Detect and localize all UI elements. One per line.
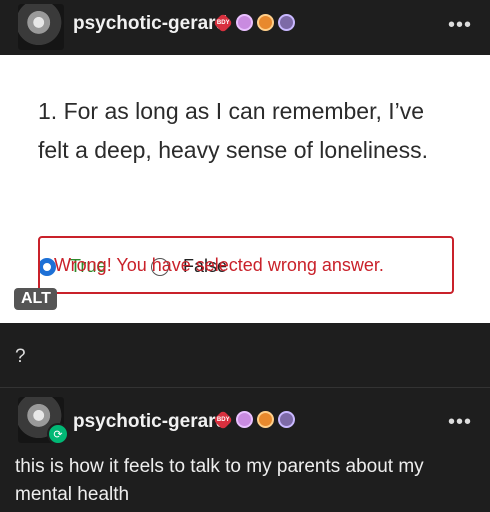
birthday-badge-label: BDY	[216, 19, 230, 26]
post-header: psychotic-gerard BDY •••	[0, 0, 490, 55]
birthday-badge-label: BDY	[216, 416, 230, 423]
reblog-username[interactable]: psychotic-gerard	[73, 411, 227, 433]
reblog-badges: BDY	[213, 410, 295, 430]
pink-badge-icon[interactable]	[236, 14, 253, 31]
more-options-icon[interactable]: •••	[448, 411, 472, 434]
feedback-message: Wrong! You have selected wrong answer.	[38, 236, 454, 294]
divider	[0, 387, 490, 388]
quiz-question: 1. For as long as I can remember, I’ve f…	[38, 98, 428, 163]
orange-badge-icon[interactable]	[257, 411, 274, 428]
post-caption: ?	[15, 346, 26, 367]
username[interactable]: psychotic-gerard	[73, 13, 227, 35]
avatar[interactable]	[18, 4, 64, 50]
birthday-badge-icon[interactable]: BDY	[213, 13, 233, 33]
more-options-icon[interactable]: •••	[448, 14, 472, 37]
orange-badge-icon[interactable]	[257, 14, 274, 31]
feedback-text: Wrong! You have selected wrong answer.	[54, 254, 384, 275]
reblog-icon: ⟳	[47, 423, 69, 445]
pink-badge-icon[interactable]	[236, 411, 253, 428]
badges: BDY	[213, 13, 295, 33]
birthday-badge-icon[interactable]: BDY	[213, 410, 233, 430]
alt-text-button[interactable]: ALT	[14, 288, 57, 310]
purple-badge-icon[interactable]	[278, 411, 295, 428]
reblog-text: this is how it feels to talk to my paren…	[15, 456, 424, 505]
post-image[interactable]: 1. For as long as I can remember, I’ve f…	[0, 55, 490, 323]
purple-badge-icon[interactable]	[278, 14, 295, 31]
